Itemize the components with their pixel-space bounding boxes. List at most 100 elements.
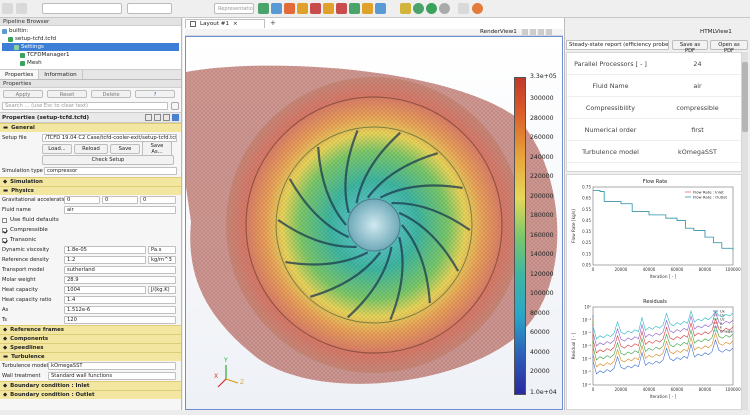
report-select[interactable]: Steady-state report (efficiency probe 1) [566, 40, 669, 50]
grav-y-input[interactable]: 0 [102, 196, 138, 204]
reset-button[interactable]: Reset [47, 90, 87, 98]
viscosity-input[interactable]: 1.8e-05 [64, 246, 146, 254]
tab-properties[interactable]: Properties [0, 70, 40, 79]
scrollbar-thumb[interactable] [742, 62, 748, 132]
reload-button[interactable]: Reload [74, 143, 108, 154]
viscosity-unit-select[interactable]: Pa.s [148, 246, 176, 254]
save-pdf-button[interactable]: Save as PDF [672, 40, 708, 54]
camera-icon[interactable] [310, 3, 321, 14]
paste-icon[interactable] [154, 114, 161, 121]
glyph-icon[interactable] [362, 3, 373, 14]
split-vertical-icon[interactable] [530, 29, 536, 35]
report-row: Fluid Name air [567, 75, 741, 97]
tree-item-builtin[interactable]: builtin: [2, 27, 179, 35]
menu-icon[interactable] [2, 3, 13, 14]
split-horizontal-icon[interactable] [522, 29, 528, 35]
grav-x-input[interactable]: 0 [64, 196, 100, 204]
molar-input[interactable]: 28.9 [64, 276, 176, 284]
as-input[interactable]: 1.512e-6 [64, 306, 176, 314]
representation-select[interactable]: Representation [214, 3, 254, 14]
tree-item-settings[interactable]: Settings [2, 43, 179, 51]
eye-icon[interactable] [14, 44, 19, 50]
section-bc-inlet[interactable]: ◆ Boundary condition : Inlet [0, 381, 181, 390]
apply-button[interactable]: Apply [3, 90, 43, 98]
section-turbulence[interactable]: ▬ Turbulence [0, 352, 181, 361]
report-row-value: air [693, 81, 702, 90]
check-setup-button[interactable]: Check Setup [42, 154, 174, 165]
gear-icon[interactable] [171, 102, 179, 110]
eye-icon[interactable] [20, 52, 25, 58]
close-view-icon[interactable] [546, 29, 552, 35]
tab-layout-1[interactable]: Layout #1 × [185, 19, 265, 28]
search-input[interactable]: Search ... (use Esc to clear text) [2, 102, 169, 110]
section-reference-frames[interactable]: ◆ Reference frames [0, 325, 181, 334]
section-bc-outlet[interactable]: ◆ Boundary condition : Outlet [0, 390, 181, 399]
wall-select[interactable]: Standard wall functions [48, 372, 176, 380]
transonic-checkbox[interactable] [2, 237, 7, 243]
open-pdf-button[interactable]: Open as PDF [710, 40, 748, 54]
help-icon[interactable] [472, 3, 483, 14]
save-button[interactable]: Save [110, 143, 140, 154]
reset-camera-icon[interactable] [258, 3, 269, 14]
python-icon[interactable] [458, 3, 469, 14]
zoom-icon[interactable] [271, 3, 282, 14]
close-icon[interactable]: × [233, 21, 238, 27]
clip-icon[interactable] [349, 3, 360, 14]
grav-z-input[interactable]: 0 [140, 196, 176, 204]
grav-row: Gravitational acceleration 0 0 0 [0, 195, 181, 205]
fluid-select[interactable]: air [64, 206, 176, 214]
slice-icon[interactable] [336, 3, 347, 14]
threshold-icon[interactable] [375, 3, 386, 14]
sim-type-select[interactable]: compressor [44, 167, 177, 175]
tree-label: Mesh [27, 60, 42, 66]
tree-label: Settings [21, 44, 44, 50]
y-tick-label: 10⁰ [584, 305, 591, 310]
legend-label: Flow Rate : Outlet [693, 195, 728, 200]
tree-item-setup[interactable]: setup-tcfd.tcfd [2, 35, 179, 43]
maximize-icon[interactable] [538, 29, 544, 35]
render-viewport[interactable]: X Y Z 3.3e+05 1.0e+04 300000 280000 260000… [185, 36, 563, 410]
color-bar-tick-label: 260000 [530, 134, 554, 141]
heatcap-input[interactable]: 1004 [64, 286, 146, 294]
section-components[interactable]: ◆ Components [0, 334, 181, 343]
copy-icon[interactable] [145, 114, 152, 121]
time-icon[interactable] [439, 3, 450, 14]
play-icon[interactable] [400, 3, 411, 14]
refresh-icon[interactable] [163, 114, 170, 121]
compressible-checkbox[interactable] [2, 227, 7, 233]
settings-icon[interactable] [426, 3, 437, 14]
use-defaults-checkbox[interactable] [2, 217, 7, 223]
delete-button[interactable]: Delete [91, 90, 131, 98]
axes-icon[interactable] [297, 3, 308, 14]
y-tick-label: 10⁻³ [582, 344, 591, 349]
eye-icon[interactable] [20, 60, 25, 66]
transport-select[interactable]: sutherland [64, 266, 176, 274]
ts-input[interactable]: 120 [64, 316, 176, 324]
eye-icon[interactable] [8, 36, 13, 42]
pipeline-tree: builtin: setup-tcfd.tcfd Settings TCFDMa… [0, 26, 181, 70]
tab-information[interactable]: Information [39, 70, 83, 79]
sim-type-label: Simulation type [2, 168, 43, 174]
density-input[interactable]: 1.2 [64, 256, 146, 264]
section-general[interactable]: ▬ General [0, 123, 181, 132]
load-button[interactable]: Load... [42, 143, 72, 154]
filter-icon[interactable] [323, 3, 334, 14]
turb-model-select[interactable]: kOmegaSST [48, 362, 176, 370]
tree-item-mesh[interactable]: Mesh [2, 59, 179, 67]
section-speedlines[interactable]: ◆ Speedlines [0, 343, 181, 352]
y-axis-label: Y [224, 357, 228, 364]
rotate-icon[interactable] [284, 3, 295, 14]
color-by-select[interactable] [42, 3, 122, 14]
section-simulation[interactable]: ◆ Simulation [0, 177, 181, 186]
help-button[interactable]: ? [135, 90, 175, 98]
heatcap-unit-select[interactable]: J/(kg.K) [148, 286, 176, 294]
ratio-input[interactable]: 1.4 [64, 296, 176, 304]
undo-icon[interactable] [16, 3, 27, 14]
component-select[interactable] [127, 3, 172, 14]
tree-item-tcfdmanager[interactable]: TCFDManager1 [2, 51, 179, 59]
record-icon[interactable] [413, 3, 424, 14]
save-icon[interactable] [172, 114, 179, 121]
density-unit-select[interactable]: kg/m^3 [148, 256, 176, 264]
section-physics[interactable]: ▬ Physics [0, 186, 181, 195]
add-layout-button[interactable]: + [270, 19, 276, 27]
